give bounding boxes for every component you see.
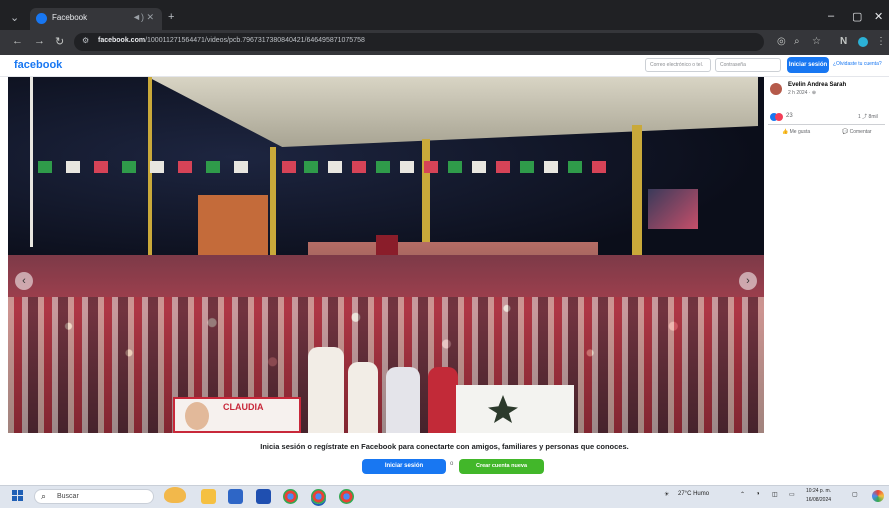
search-icon: ⌕ xyxy=(41,491,47,501)
comment-label: Comentar xyxy=(849,129,872,135)
account-avatar-icon[interactable] xyxy=(858,37,868,47)
create-account-button[interactable]: Crear cuenta nueva xyxy=(459,459,544,474)
comment-button[interactable]: 💬 Comentar xyxy=(842,129,872,135)
facebook-logo[interactable]: facebook xyxy=(14,59,62,71)
pole xyxy=(30,77,33,247)
site-info-icon[interactable]: ⚙ xyxy=(82,36,89,45)
reactions-count[interactable]: 23 xyxy=(786,113,793,119)
clock-time: 10:24 p. m. xyxy=(806,488,832,494)
like-label: Me gusta xyxy=(789,129,811,135)
copilot-icon[interactable] xyxy=(872,490,884,502)
login-button[interactable]: Iniciar sesión xyxy=(362,459,446,474)
tab-search-icon[interactable]: ⌄ xyxy=(10,11,19,24)
banner-portrait xyxy=(185,402,209,430)
weather-widget-icon[interactable] xyxy=(164,487,186,503)
post-meta: 2 h 2024 · ⊕ xyxy=(788,90,817,96)
person-white-shirt xyxy=(308,347,344,433)
share-count: 1 ⤴ 8mil xyxy=(858,114,878,120)
menu-kebab-icon[interactable]: ⋮ xyxy=(876,36,886,47)
login-prompt-text: Inicia sesión o regístrate en Facebook p… xyxy=(260,442,629,451)
store-app-icon[interactable] xyxy=(228,489,243,504)
search-label: Buscar xyxy=(57,493,79,500)
tab-title: Facebook xyxy=(52,13,88,22)
video-viewer[interactable]: CLAUDIA ‹ › xyxy=(8,77,764,433)
windows-start-icon[interactable] xyxy=(12,490,24,502)
weather-status-icon[interactable]: ☀ xyxy=(664,491,669,498)
comment-icon: 💬 xyxy=(842,129,850,135)
clock-date: 16/08/2024 xyxy=(806,497,832,503)
like-button[interactable]: 👍 Me gusta xyxy=(782,129,810,135)
bookmark-star-icon[interactable]: ☆ xyxy=(812,36,821,47)
zoom-icon[interactable]: ⌕ xyxy=(794,36,800,47)
bunting-flags xyxy=(38,161,618,173)
reload-icon[interactable]: ↻ xyxy=(55,35,64,48)
poster xyxy=(648,189,698,229)
tab-close-icon[interactable]: ◄) ✕ xyxy=(132,12,154,23)
clock[interactable]: 10:24 p. m. 16/08/2024 xyxy=(806,487,831,505)
author-avatar[interactable] xyxy=(770,83,782,95)
close-window-icon[interactable]: ✕ xyxy=(874,10,883,23)
forgot-account-link[interactable]: ¿Olvidaste tu cuenta? xyxy=(833,61,882,67)
back-icon[interactable]: ← xyxy=(12,35,23,47)
next-arrow-icon[interactable]: › xyxy=(739,272,757,290)
taskbar-search[interactable]: ⌕ Buscar xyxy=(34,489,154,504)
volume-icon[interactable]: ◫ xyxy=(772,491,778,498)
person-red-shirt xyxy=(428,367,458,433)
campaign-banner: CLAUDIA xyxy=(173,397,301,433)
tray-chevron-icon[interactable]: ⌃ xyxy=(740,491,745,498)
like-icon: 👍 xyxy=(782,129,790,135)
forward-icon[interactable]: → xyxy=(34,35,45,47)
battery-icon[interactable]: ▭ xyxy=(789,491,795,498)
person-white-shirt xyxy=(348,362,378,433)
edit-app-icon[interactable] xyxy=(256,489,271,504)
chrome-profile-icon[interactable] xyxy=(339,489,354,504)
email-field[interactable]: Correo electrónico o tel. xyxy=(645,58,711,72)
header-login-button[interactable]: Iniciar sesión xyxy=(787,57,829,73)
password-field[interactable]: Contraseña xyxy=(715,58,781,72)
url-text: facebook.com/100011271564471/videos/pcb.… xyxy=(98,37,365,44)
previous-arrow-icon[interactable]: ‹ xyxy=(15,272,33,290)
banner-text: CLAUDIA xyxy=(223,402,264,412)
panel-divider xyxy=(768,124,885,125)
orange-building xyxy=(198,195,268,257)
or-separator: o xyxy=(450,461,454,467)
new-tab-button[interactable]: + xyxy=(168,11,174,23)
profile-n-icon[interactable]: N xyxy=(840,36,847,47)
notification-icon[interactable]: ▢ xyxy=(852,491,858,498)
chrome-icon[interactable] xyxy=(283,489,298,504)
file-explorer-icon[interactable] xyxy=(201,489,216,504)
extension-icon[interactable]: ◎ xyxy=(777,36,786,47)
person-white-shirt xyxy=(386,367,420,433)
chrome-active-icon[interactable] xyxy=(311,489,326,504)
address-bar[interactable]: ⚙ facebook.com/100011271564471/videos/pc… xyxy=(74,33,764,51)
maximize-icon[interactable]: ▢ xyxy=(852,10,862,23)
minimize-icon[interactable]: – xyxy=(828,10,834,22)
browser-tab[interactable]: Facebook ◄) ✕ xyxy=(30,8,162,30)
author-name[interactable]: Evelin Andrea Sarah xyxy=(788,82,846,88)
facebook-favicon-icon xyxy=(36,13,47,24)
weather-status[interactable]: 27°C Humo xyxy=(678,491,709,497)
love-reaction-icon xyxy=(775,113,783,121)
network-icon[interactable]: ◑ xyxy=(756,491,760,497)
